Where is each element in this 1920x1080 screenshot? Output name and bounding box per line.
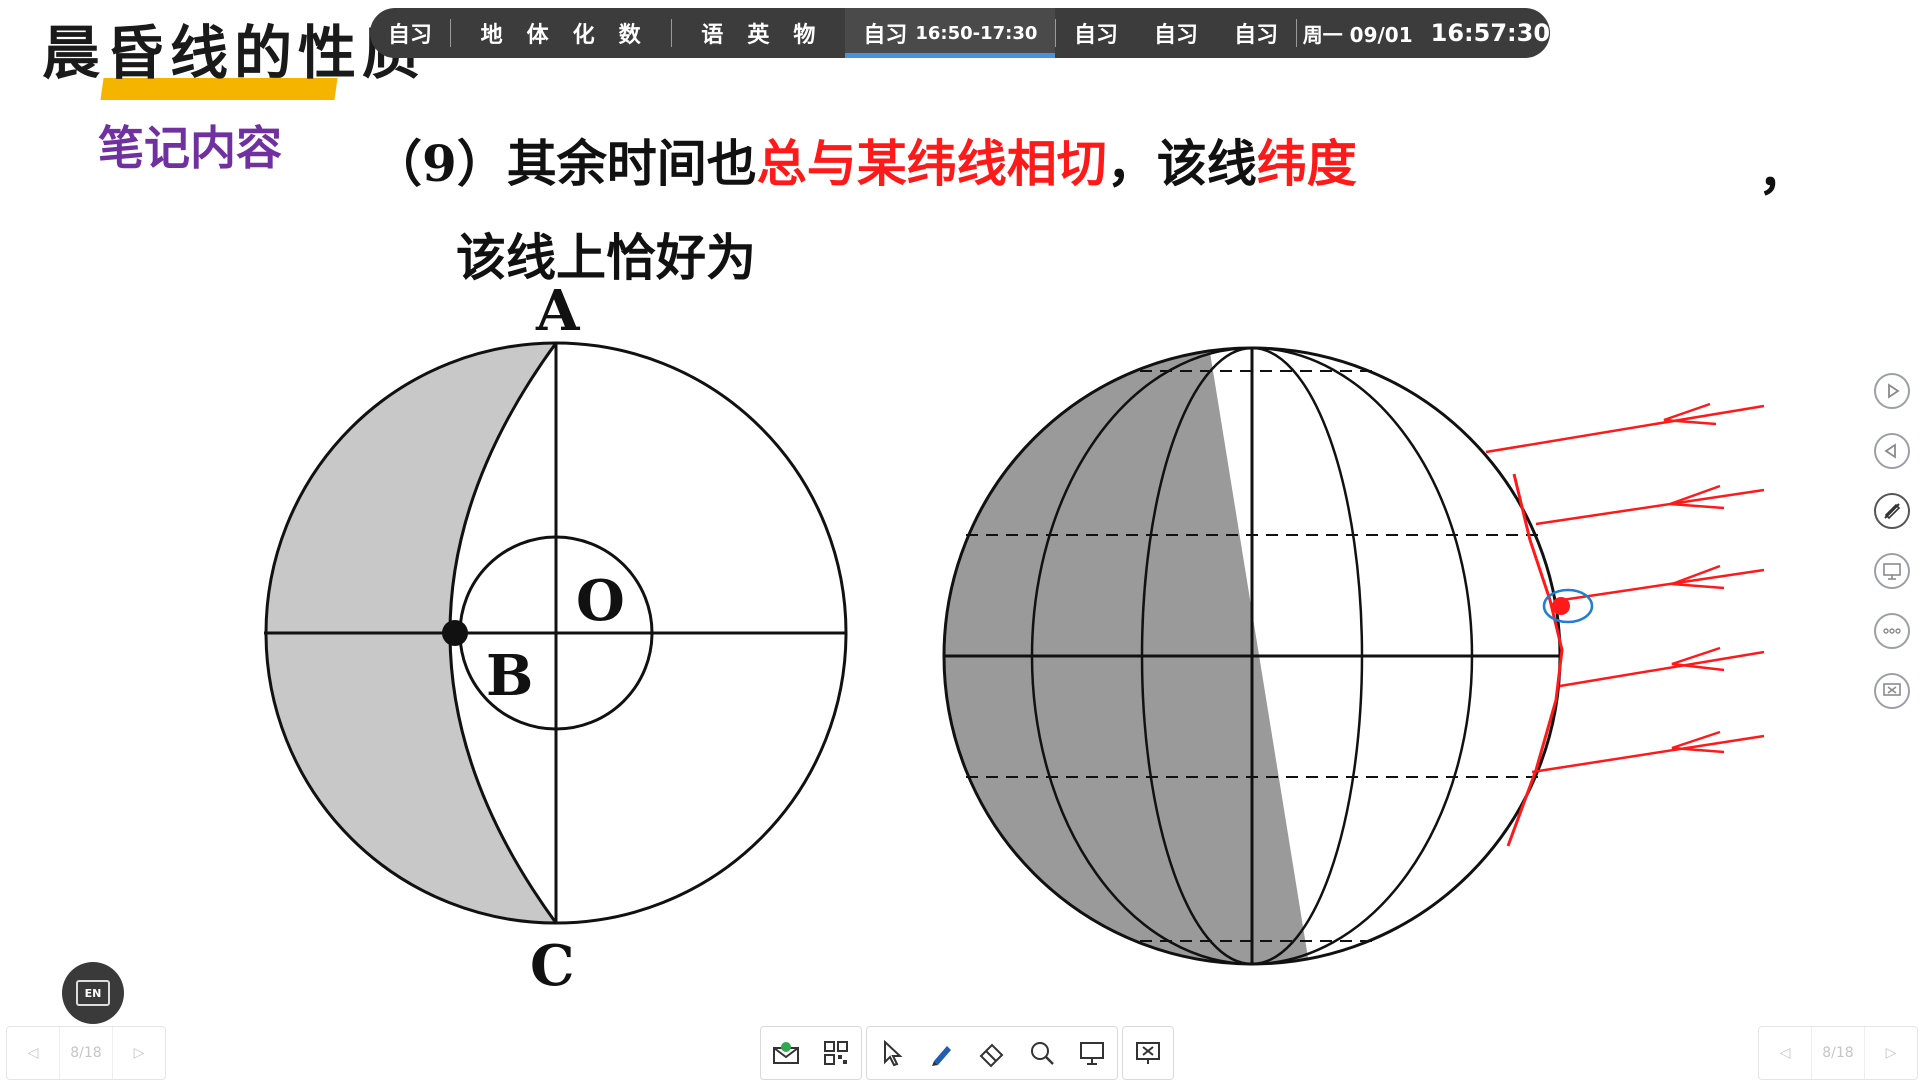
page-indicator: 8/18 bbox=[60, 1027, 113, 1079]
sun-rays bbox=[1485, 402, 1765, 847]
subsolar-mark bbox=[1552, 597, 1570, 615]
language-icon: EN bbox=[76, 980, 110, 1006]
pen-off-icon[interactable] bbox=[1874, 493, 1910, 529]
toolbar-group bbox=[866, 1026, 1118, 1080]
whiteboard-icon[interactable] bbox=[1067, 1027, 1117, 1079]
polar-view-diagram: A B C O bbox=[264, 278, 848, 999]
terminator-diagrams: A B C O bbox=[264, 278, 1765, 999]
exit-screen-icon[interactable] bbox=[1874, 673, 1910, 709]
eraser-icon[interactable] bbox=[967, 1027, 1017, 1079]
prev-page-button[interactable]: ◁ bbox=[7, 1027, 60, 1079]
language-label: EN bbox=[84, 986, 102, 1000]
next-page-button[interactable]: ▷ bbox=[1865, 1027, 1917, 1079]
toolbar-group bbox=[760, 1026, 862, 1080]
pen-icon[interactable] bbox=[917, 1027, 967, 1079]
qr-grid-icon[interactable] bbox=[811, 1027, 861, 1079]
next-page-button[interactable]: ▷ bbox=[113, 1027, 165, 1079]
mail-icon[interactable] bbox=[761, 1027, 811, 1079]
label-o: O bbox=[576, 568, 625, 634]
toolbar-group bbox=[1122, 1026, 1174, 1080]
screen-share-icon[interactable] bbox=[1874, 553, 1910, 589]
play-prev-icon[interactable] bbox=[1874, 433, 1910, 469]
pager-left: ◁ 8/18 ▷ bbox=[6, 1026, 166, 1080]
cursor-icon[interactable] bbox=[867, 1027, 917, 1079]
search-icon[interactable] bbox=[1017, 1027, 1067, 1079]
bottom-toolbar bbox=[760, 1026, 1178, 1080]
language-button[interactable]: EN bbox=[62, 962, 124, 1024]
pager-right: ◁ 8/18 ▷ bbox=[1758, 1026, 1918, 1080]
globe-diagram bbox=[942, 346, 1765, 966]
more-icon[interactable] bbox=[1874, 613, 1910, 649]
play-next-icon[interactable] bbox=[1874, 373, 1910, 409]
tangent-point bbox=[442, 620, 468, 646]
label-c: C bbox=[530, 933, 575, 999]
label-b: B bbox=[486, 643, 533, 709]
page-indicator: 8/18 bbox=[1812, 1027, 1865, 1079]
close-screen-icon[interactable] bbox=[1123, 1027, 1173, 1079]
label-a: A bbox=[535, 278, 581, 344]
prev-page-button[interactable]: ◁ bbox=[1759, 1027, 1812, 1079]
